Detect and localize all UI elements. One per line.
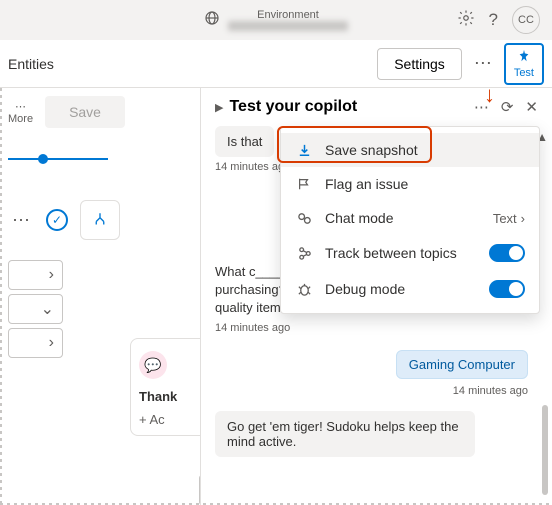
- menu-label: Flag an issue: [325, 176, 525, 192]
- menu-label: Save snapshot: [325, 142, 525, 158]
- test-button[interactable]: Test: [504, 43, 544, 85]
- bug-icon: [295, 282, 313, 297]
- caret-right-icon[interactable]: ▶: [215, 101, 223, 114]
- timestamp: 14 minutes ago: [215, 385, 528, 397]
- workspace: ⋯ More Save ⋯ ✓ › ⌄ › 💬 Thank + Ac ↓: [0, 88, 552, 505]
- toolbar-more-icon[interactable]: ⋯: [470, 49, 496, 78]
- menu-label: Chat mode: [325, 210, 481, 226]
- chat-mode-value: Text: [493, 211, 517, 226]
- menu-item-chat-mode[interactable]: Chat mode Text ›: [281, 201, 539, 235]
- top-bar: Environment ? CC: [0, 0, 552, 40]
- torn-edge-left: [0, 88, 2, 505]
- debug-mode-toggle[interactable]: [489, 280, 525, 298]
- help-icon[interactable]: ?: [489, 10, 498, 30]
- nav-card-right-2[interactable]: ›: [8, 328, 63, 358]
- test-button-label: Test: [514, 67, 534, 79]
- test-panel: ↓ ▶ Test your copilot ⋯ ⟳ ✕ Save snapsho…: [200, 88, 552, 505]
- message-node-label: Thank: [139, 389, 201, 404]
- gear-icon[interactable]: [457, 9, 475, 32]
- branch-node[interactable]: [80, 200, 120, 240]
- message-node[interactable]: 💬 Thank + Ac: [130, 338, 210, 436]
- ellipsis-icon: ⋯: [15, 100, 26, 113]
- timeline: [8, 158, 192, 160]
- environment-name-redacted: [228, 21, 348, 31]
- globe-icon: [204, 10, 220, 31]
- save-button[interactable]: Save: [45, 96, 125, 128]
- menu-item-flag-issue[interactable]: Flag an issue: [281, 167, 539, 201]
- authoring-canvas: ⋯ More Save ⋯ ✓ › ⌄ › 💬 Thank + Ac: [0, 88, 200, 505]
- check-circle-icon: ✓: [46, 209, 68, 231]
- bot-message-2: Go get 'em tiger! Sudoku helps keep the …: [215, 411, 475, 457]
- toolbar: Entities Settings ⋯ Test: [0, 40, 552, 88]
- menu-item-save-snapshot[interactable]: Save snapshot: [281, 133, 539, 167]
- download-icon: [295, 143, 313, 158]
- message-icon: 💬: [139, 351, 167, 379]
- timestamp: 14 minutes ago: [215, 322, 538, 334]
- node-more-icon[interactable]: ⋯: [8, 206, 34, 235]
- avatar[interactable]: CC: [512, 6, 540, 34]
- refresh-icon[interactable]: ⟳: [501, 98, 514, 116]
- menu-label: Debug mode: [325, 281, 477, 297]
- test-panel-scrollbar[interactable]: [542, 405, 548, 495]
- pin-icon: [517, 49, 531, 66]
- chat-icon: [295, 211, 313, 226]
- menu-item-debug-mode[interactable]: Debug mode: [281, 271, 539, 307]
- choice-gaming-computer[interactable]: Gaming Computer: [396, 350, 528, 379]
- nav-card-right[interactable]: ›: [8, 260, 63, 290]
- annotation-arrow: ↓: [484, 88, 495, 108]
- more-button[interactable]: ⋯ More: [8, 100, 33, 125]
- track-icon: [295, 246, 313, 261]
- close-icon[interactable]: ✕: [525, 98, 538, 116]
- user-message: Is that: [215, 126, 274, 157]
- flag-icon: [295, 177, 313, 191]
- menu-label: Track between topics: [325, 245, 477, 261]
- track-topics-toggle[interactable]: [489, 244, 525, 262]
- nav-card-down[interactable]: ⌄: [8, 294, 63, 324]
- menu-item-track-topics[interactable]: Track between topics: [281, 235, 539, 271]
- add-action[interactable]: + Ac: [139, 412, 201, 427]
- more-label: More: [8, 113, 33, 125]
- environment-label: Environment: [228, 9, 348, 21]
- chevron-right-icon: ›: [521, 211, 525, 226]
- test-panel-title: Test your copilot: [229, 98, 467, 116]
- environment-block: Environment: [204, 9, 348, 31]
- settings-button[interactable]: Settings: [377, 48, 462, 80]
- context-menu: Save snapshot Flag an issue Chat mode Te…: [280, 126, 540, 314]
- breadcrumb-entities[interactable]: Entities: [8, 56, 54, 72]
